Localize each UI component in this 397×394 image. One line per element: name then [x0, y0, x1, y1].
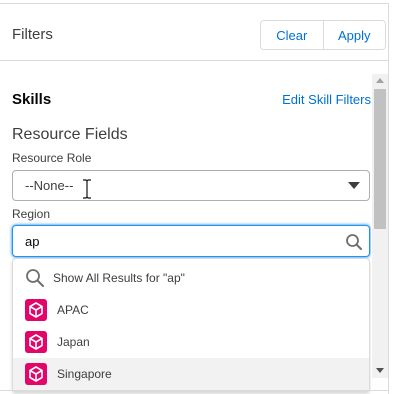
- edit-skill-filters-link[interactable]: Edit Skill Filters: [282, 92, 371, 107]
- territory-icon: [25, 331, 47, 353]
- filter-actions: Clear Apply: [260, 20, 386, 50]
- apply-button[interactable]: Apply: [322, 21, 385, 49]
- scroll-down-arrow-icon[interactable]: [376, 368, 384, 373]
- region-option-label: APAC: [57, 303, 89, 317]
- region-results-listbox: Show All Results for "ap" APAC Japan Sin…: [12, 258, 370, 392]
- filters-panel: Skills Edit Skill Filters Resource Field…: [0, 61, 371, 394]
- region-option-japan[interactable]: Japan: [13, 326, 369, 358]
- region-search-value: ap: [25, 234, 40, 249]
- territory-icon: [25, 299, 47, 321]
- scrollbar-thumb[interactable]: [374, 89, 386, 229]
- skills-heading: Skills: [12, 91, 52, 108]
- region-label: Region: [12, 207, 51, 221]
- resource-role-select[interactable]: --None--: [12, 170, 370, 201]
- panel-scrollbar[interactable]: [372, 74, 388, 378]
- scroll-up-arrow-icon[interactable]: [376, 78, 384, 83]
- territory-icon: [25, 363, 47, 385]
- filters-title: Filters: [12, 26, 53, 43]
- search-icon: [346, 234, 362, 250]
- show-all-results-label: Show All Results for "ap": [53, 271, 185, 285]
- right-border: [388, 3, 389, 394]
- region-option-label: Japan: [57, 335, 90, 349]
- resource-role-value: --None--: [25, 178, 74, 193]
- clear-button[interactable]: Clear: [261, 21, 323, 49]
- bottom-divider: [0, 390, 388, 391]
- filters-header: Filters Clear Apply: [0, 4, 388, 60]
- region-option-singapore[interactable]: Singapore: [13, 358, 369, 390]
- resource-fields-heading: Resource Fields: [12, 126, 128, 143]
- show-all-results-option[interactable]: Show All Results for "ap": [13, 262, 369, 294]
- chevron-down-icon: [348, 182, 360, 189]
- text-cursor-icon: [83, 179, 91, 199]
- region-option-apac[interactable]: APAC: [13, 294, 369, 326]
- region-search-input[interactable]: ap: [12, 225, 370, 257]
- resource-role-label: Resource Role: [12, 151, 92, 165]
- search-icon: [26, 269, 44, 287]
- region-option-label: Singapore: [57, 367, 112, 381]
